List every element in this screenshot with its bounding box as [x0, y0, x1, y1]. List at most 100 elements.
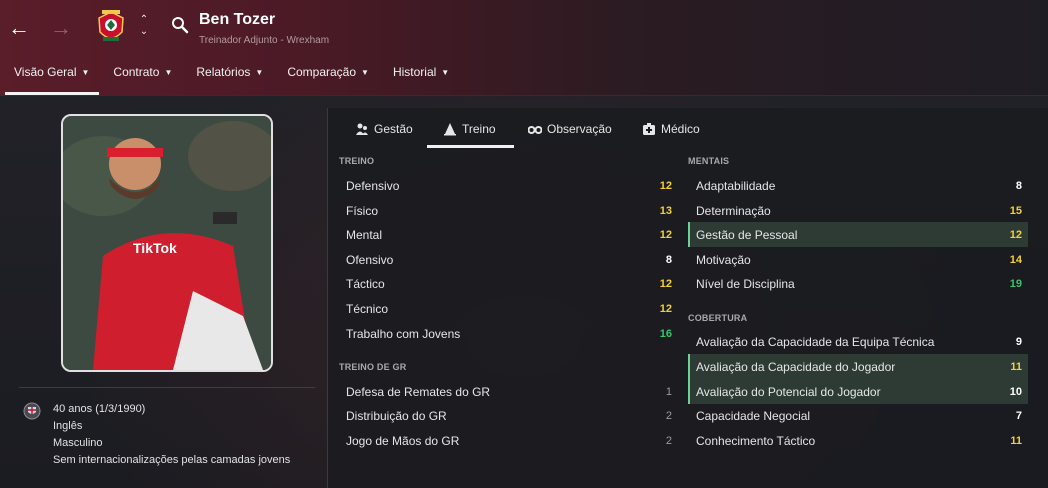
binoculars-icon	[528, 126, 542, 134]
tab-label: Treino	[462, 122, 496, 136]
chevron-down-icon: ▼	[361, 68, 369, 77]
attribute-row[interactable]: Capacidade Negocial 7	[688, 403, 1028, 428]
attribute-label: Trabalho com Jovens	[346, 326, 461, 341]
attribute-label: Avaliação da Capacidade da Equipa Técnic…	[696, 334, 935, 349]
active-tab-indicator	[427, 145, 514, 148]
staff-photo-illustration: TikTok	[63, 116, 271, 370]
attribute-value: 8	[665, 253, 672, 266]
attribute-label: Defensivo	[346, 178, 400, 193]
attribute-value: 2	[665, 409, 672, 422]
attribute-value: 12	[659, 302, 672, 315]
attribute-value: 15	[1009, 204, 1022, 217]
attribute-label: Motivação	[696, 252, 751, 267]
up-down-chevron-icon[interactable]: ⌃ ⌄	[137, 14, 151, 38]
attribute-row[interactable]: Conhecimento Táctico 11	[688, 428, 1028, 453]
attribute-label: Distribuição do GR	[346, 408, 447, 423]
attribute-row[interactable]: Motivação 14	[688, 247, 1028, 272]
attribute-value: 16	[659, 327, 672, 340]
attribute-value: 9	[1015, 335, 1022, 348]
attribute-value: 7	[1015, 409, 1022, 422]
attribute-label: Técnico	[346, 301, 389, 316]
attribute-value: 11	[1010, 360, 1022, 373]
attribute-value: 12	[659, 179, 672, 192]
age-dob: 40 anos (1/3/1990)	[53, 403, 146, 415]
attribute-value: 14	[1009, 253, 1022, 266]
gender: Masculino	[53, 437, 103, 449]
attribute-label: Mental	[346, 227, 383, 242]
attribute-value: 13	[659, 204, 672, 217]
tab-label: Médico	[661, 122, 700, 136]
page-subtitle: Treinador Adjunto - Wrexham	[199, 35, 330, 46]
chevron-down-icon: ▼	[164, 68, 173, 77]
attribute-row[interactable]: Nível de Disciplina 19	[688, 271, 1028, 296]
tab-relatorios[interactable]: Relatórios ▼	[182, 62, 273, 86]
attribute-label: Determinação	[696, 203, 771, 218]
attribute-label: Táctico	[346, 276, 385, 291]
attribute-value: 12	[1009, 228, 1022, 241]
attribute-row[interactable]: Jogo de Mãos do GR 2	[338, 428, 678, 453]
attribute-row[interactable]: Avaliação da Capacidade da Equipa Técnic…	[688, 329, 1028, 354]
attribute-label: Nível de Disciplina	[696, 276, 795, 291]
attribute-label: Adaptabilidade	[696, 178, 776, 193]
tab-medico[interactable]: Médico	[642, 122, 700, 136]
attribute-value: 11	[1010, 434, 1022, 447]
attribute-row[interactable]: Defensivo 12	[338, 173, 678, 198]
attribute-value: 8	[1015, 179, 1022, 192]
attribute-row[interactable]: Defesa de Remates do GR 1	[338, 379, 678, 404]
attribute-row[interactable]: Adaptabilidade 8	[688, 173, 1028, 198]
main-tabs: Visão Geral ▼ Contrato ▼ Relatórios ▼ Compa…	[0, 62, 459, 95]
tab-treino[interactable]: Treino	[443, 122, 496, 136]
attribute-row[interactable]: Táctico 12	[338, 271, 678, 296]
attribute-label: Capacidade Negocial	[696, 408, 811, 423]
attribute-row[interactable]: Determinação 15	[688, 198, 1028, 223]
tab-label: Comparação	[287, 65, 357, 79]
attribute-row[interactable]: Distribuição do GR 2	[338, 403, 678, 428]
page-title: Ben Tozer	[199, 11, 276, 28]
attribute-value: 1	[665, 385, 672, 398]
medical-kit-icon	[643, 123, 655, 135]
youth-caps: Sem internacionalizações pelas camadas j…	[53, 454, 291, 466]
attribute-value: 12	[659, 228, 672, 241]
section-treino-heading: TREINO	[339, 156, 375, 166]
tab-observacao[interactable]: Observação	[528, 122, 612, 136]
attribute-label: Avaliação da Capacidade do Jogador	[696, 359, 896, 374]
tab-gestao[interactable]: Gestão	[355, 122, 413, 136]
tab-comparacao[interactable]: Comparação ▼	[273, 62, 379, 86]
attribute-value: 10	[1009, 385, 1022, 398]
chevron-down-icon: ▼	[441, 68, 450, 77]
attribute-row-highlighted[interactable]: Gestão de Pessoal 12	[688, 222, 1028, 247]
club-crest-icon[interactable]	[95, 8, 127, 46]
chevron-down-icon: ▼	[81, 68, 90, 77]
attribute-label: Conhecimento Táctico	[696, 433, 816, 448]
back-arrow-icon[interactable]: ←	[5, 14, 33, 42]
chevron-down-icon: ▼	[255, 68, 264, 77]
staff-photo: TikTok	[61, 114, 273, 372]
tab-label: Relatórios	[196, 65, 251, 79]
attribute-label: Defesa de Remates do GR	[346, 384, 491, 399]
forward-arrow-icon[interactable]: →	[47, 14, 75, 42]
tab-historial[interactable]: Historial ▼	[379, 62, 459, 86]
tab-label: Historial	[392, 65, 437, 79]
nationality: Inglês	[53, 420, 83, 432]
attribute-value: 2	[665, 434, 672, 447]
attributes-panel: Gestão Treino Observação Médico TREINO D…	[327, 108, 1048, 488]
tab-label: Contrato	[113, 65, 160, 79]
section-treino-gr-heading: TREINO DE GR	[339, 362, 407, 372]
divider	[19, 387, 315, 388]
tab-visao-geral[interactable]: Visão Geral ▼	[0, 62, 100, 95]
attribute-row[interactable]: Trabalho com Jovens 16	[338, 321, 678, 346]
tab-label: Gestão	[374, 122, 413, 136]
attribute-row-highlighted[interactable]: Avaliação da Capacidade do Jogador 11	[688, 354, 1028, 379]
attribute-label: Físico	[346, 203, 379, 218]
search-icon[interactable]	[171, 16, 189, 34]
attribute-row[interactable]: Ofensivo 8	[338, 247, 678, 272]
attribute-row[interactable]: Físico 13	[338, 198, 678, 223]
attribute-label: Ofensivo	[346, 252, 394, 267]
attribute-label: Gestão de Pessoal	[696, 227, 798, 242]
attribute-label: Avaliação do Potencial do Jogador	[696, 384, 881, 399]
attribute-row[interactable]: Mental 12	[338, 222, 678, 247]
attribute-row-highlighted[interactable]: Avaliação do Potencial do Jogador 10	[688, 379, 1028, 404]
nationality-badge-icon	[23, 402, 41, 420]
attribute-row[interactable]: Técnico 12	[338, 296, 678, 321]
tab-contrato[interactable]: Contrato ▼	[99, 62, 182, 86]
